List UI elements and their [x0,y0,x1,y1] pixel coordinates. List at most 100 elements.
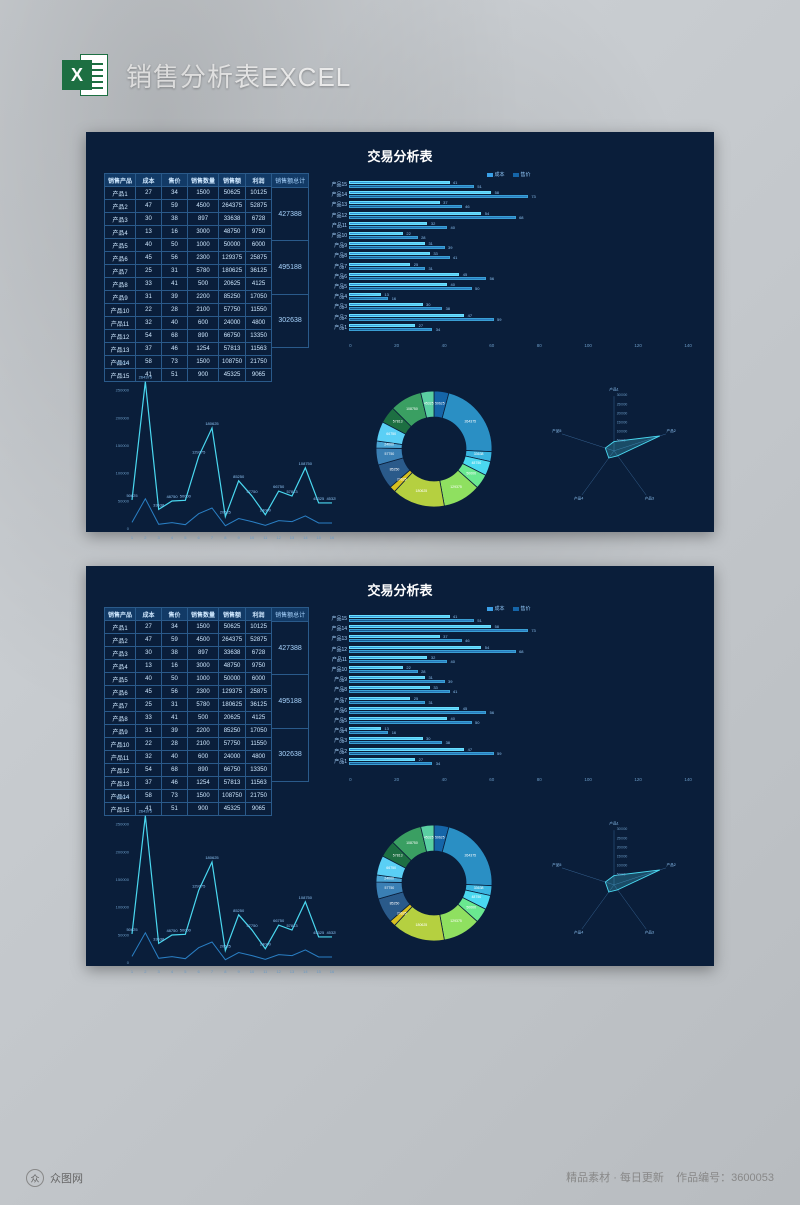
svg-text:33638: 33638 [153,502,165,507]
table-row: 产品1254688906675013350 [105,764,272,777]
sum-value: 495188 [272,241,308,294]
svg-text:7: 7 [211,535,214,540]
svg-text:10: 10 [250,535,255,540]
table-row: 产品113240600240004800 [105,317,272,330]
svg-text:产品3: 产品3 [645,929,654,934]
svg-text:180625: 180625 [205,855,219,860]
donut-chart: 5062526437533638487505000012937518062520… [344,790,524,976]
svg-text:0: 0 [127,526,130,531]
sum-value: 495188 [272,675,308,728]
table-row: 产品1273415005062510125 [105,621,272,634]
svg-text:45325: 45325 [326,930,336,935]
table-header: 成本 [136,174,162,187]
table-header: 销售额 [219,608,246,621]
svg-text:7: 7 [211,969,214,974]
table-row: 产品33038897336386728 [105,647,272,660]
sum-value: 427388 [272,622,308,675]
svg-text:85250: 85250 [233,908,245,913]
svg-text:108750: 108750 [406,407,418,411]
svg-text:6: 6 [198,969,201,974]
bar-chart: 成本售价 产品154151产品145873产品133746产品125468产品1… [321,173,696,348]
svg-text:57750: 57750 [246,489,258,494]
line-chart: 5062526437533638487505000012937518062520… [104,356,336,542]
svg-text:33638: 33638 [474,452,484,456]
svg-text:129375: 129375 [192,449,206,454]
table-row: 产品33038897336386728 [105,213,272,226]
svg-text:50000: 50000 [180,493,192,498]
svg-text:产品3: 产品3 [645,495,654,500]
svg-text:57750: 57750 [246,923,258,928]
svg-text:0: 0 [127,960,130,965]
dashboard-title: 交易分析表 [104,580,696,599]
svg-text:264375: 264375 [464,853,476,857]
svg-text:100000: 100000 [617,864,628,868]
svg-text:150000: 150000 [617,420,628,424]
svg-text:48750: 48750 [471,461,481,465]
svg-text:16: 16 [330,535,335,540]
data-table: 销售产品成本售价销售数量销售额利润产品1273415005062510125产品… [104,607,309,782]
svg-text:产品2: 产品2 [667,862,676,867]
svg-text:108750: 108750 [299,895,313,900]
svg-text:264375: 264375 [464,419,476,423]
svg-text:8: 8 [224,969,227,974]
svg-text:9: 9 [238,969,241,974]
svg-text:57813: 57813 [286,489,298,494]
data-table: 销售产品成本售价销售数量销售额利润产品1273415005062510125产品… [104,173,309,348]
svg-text:20625: 20625 [397,911,407,915]
svg-text:108750: 108750 [406,841,418,845]
svg-text:15: 15 [316,535,321,540]
svg-text:33638: 33638 [153,936,165,941]
table-header: 利润 [246,608,272,621]
table-header: 销售额 [219,174,246,187]
svg-text:180625: 180625 [416,489,428,493]
site-name: 众图网 [50,1170,83,1186]
svg-text:8: 8 [224,535,227,540]
svg-text:5: 5 [184,535,187,540]
svg-text:180625: 180625 [205,421,219,426]
svg-text:产品5: 产品5 [552,862,561,867]
svg-text:250000: 250000 [617,402,628,406]
svg-text:57750: 57750 [385,886,395,890]
svg-text:9: 9 [238,535,241,540]
site-logo: 众 众图网 [26,1169,83,1187]
donut-chart: 5062526437533638487505000012937518062520… [344,356,524,542]
svg-text:33638: 33638 [474,886,484,890]
svg-text:24000: 24000 [384,876,394,880]
svg-text:48750: 48750 [471,895,481,899]
svg-text:50000: 50000 [118,932,130,937]
svg-text:2: 2 [144,535,147,540]
svg-text:66750: 66750 [386,432,396,436]
svg-text:24000: 24000 [260,942,272,947]
table-header: 销售数量 [188,174,219,187]
table-row: 产品540501000500006000 [105,239,272,252]
table-header: 销售数量 [188,608,219,621]
svg-text:产品2: 产品2 [667,428,676,433]
svg-text:13: 13 [290,535,295,540]
table-row: 产品413163000487509750 [105,660,272,673]
svg-text:45325: 45325 [326,496,336,501]
svg-text:57813: 57813 [393,419,403,423]
svg-text:5: 5 [184,969,187,974]
line-chart: 5062526437533638487505000012937518062520… [104,790,336,976]
table-row: 产品1254688906675013350 [105,330,272,343]
svg-text:85250: 85250 [390,902,400,906]
table-row: 产品540501000500006000 [105,673,272,686]
svg-text:129375: 129375 [450,485,462,489]
svg-text:200000: 200000 [617,411,628,415]
svg-text:200000: 200000 [617,845,628,849]
svg-text:250000: 250000 [116,388,130,393]
svg-text:20625: 20625 [397,477,407,481]
svg-text:50625: 50625 [126,493,138,498]
table-row: 产品13374612545781311563 [105,343,272,356]
svg-text:45325: 45325 [313,930,325,935]
bar-chart: 成本售价 产品154151产品145873产品133746产品125468产品1… [321,607,696,782]
svg-text:14: 14 [303,535,308,540]
svg-text:50000: 50000 [466,905,476,909]
svg-text:16: 16 [330,969,335,974]
svg-text:100000: 100000 [116,905,130,910]
svg-text:57750: 57750 [385,452,395,456]
svg-text:20625: 20625 [220,510,232,515]
svg-text:24000: 24000 [260,508,272,513]
dashboard-preview-1: 交易分析表 销售产品成本售价销售数量销售额利润产品127341500506251… [86,132,714,532]
table-row: 产品9313922008525017050 [105,291,272,304]
